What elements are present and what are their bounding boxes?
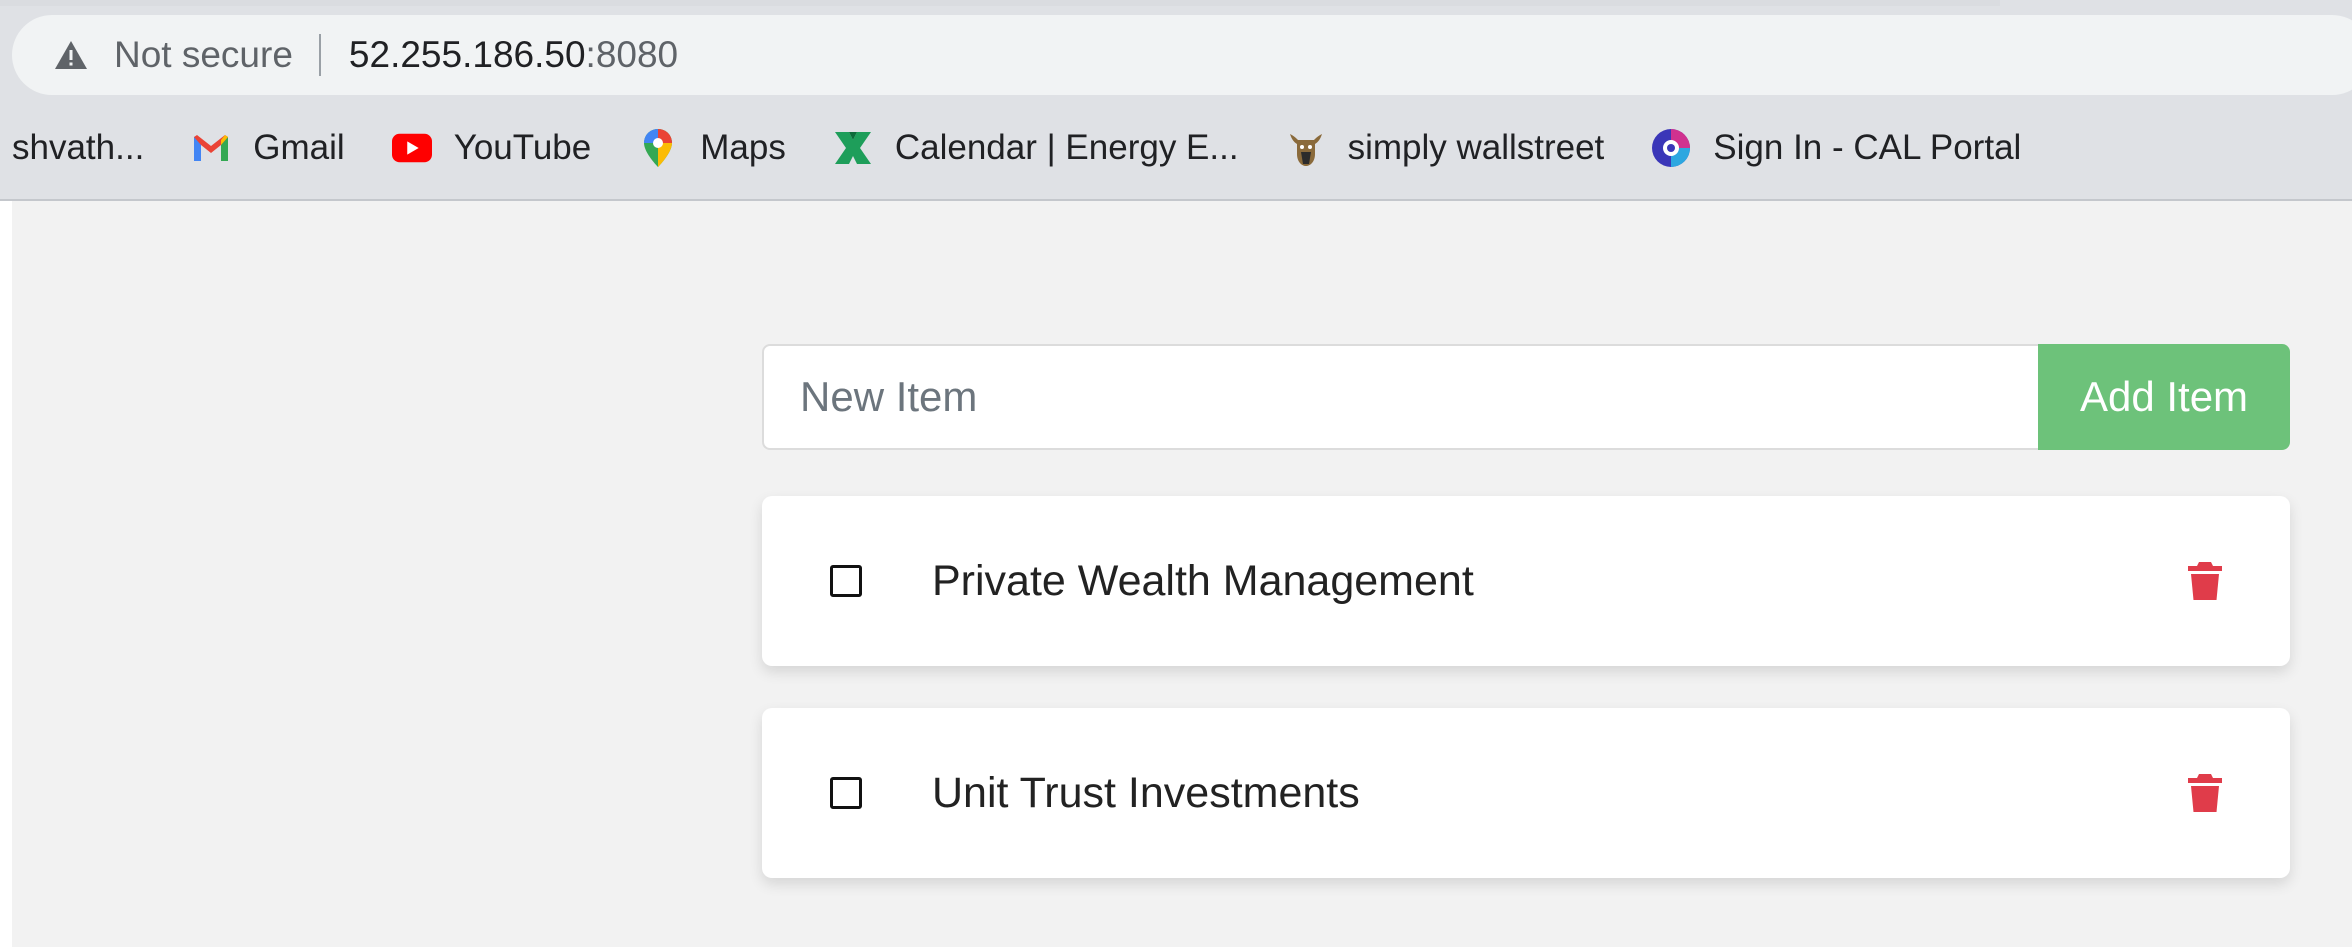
item-checkbox[interactable] [830, 777, 862, 809]
bookmark-youtube[interactable]: YouTube [391, 128, 592, 168]
bookmark-calendar[interactable]: Calendar | Energy E... [833, 128, 1239, 168]
warning-icon[interactable] [54, 38, 90, 72]
add-item-form: Add Item [762, 344, 2290, 450]
security-label[interactable]: Not secure [114, 34, 293, 76]
tab-strip-edge [0, 0, 2000, 6]
address-divider [318, 34, 321, 76]
item-label: Unit Trust Investments [932, 768, 1360, 817]
bookmark-shvath[interactable]: shvath... [12, 128, 144, 168]
trash-icon[interactable] [2186, 560, 2224, 602]
bookmark-label: Sign In - CAL Portal [1713, 128, 2022, 167]
browser-chrome: Not secure 52.255.186.50:8080 shvath... … [0, 0, 2352, 201]
calendar-icon [833, 128, 873, 168]
list-item: Unit Trust Investments [762, 708, 2290, 878]
item-label: Private Wealth Management [932, 556, 1474, 605]
bookmark-label: Maps [700, 128, 786, 167]
bookmark-gmail[interactable]: Gmail [191, 128, 345, 168]
page-left-edge [0, 201, 12, 947]
bookmark-label: YouTube [453, 128, 592, 167]
bookmarks-bar: shvath... Gmail YouTube Maps Calendar | … [0, 110, 2352, 186]
bookmark-cal-portal[interactable]: Sign In - CAL Portal [1651, 128, 2021, 168]
bookmark-label: shvath... [12, 128, 145, 167]
youtube-icon [391, 128, 432, 168]
url-port: :8080 [585, 34, 679, 75]
bookmark-label: simply wallstreet [1347, 128, 1605, 167]
portal-icon [1651, 128, 1691, 168]
url-text[interactable]: 52.255.186.50:8080 [349, 34, 678, 76]
gmail-icon [191, 128, 231, 168]
address-bar[interactable]: Not secure 52.255.186.50:8080 [12, 15, 2352, 95]
maps-icon [638, 128, 678, 168]
new-item-input[interactable] [762, 344, 2038, 450]
url-host: 52.255.186.50 [348, 34, 586, 75]
list-item: Private Wealth Management [762, 496, 2290, 666]
bookmark-label: Calendar | Energy E... [894, 128, 1239, 167]
bookmark-simply-wallstreet[interactable]: simply wallstreet [1286, 128, 1605, 168]
bookmark-maps[interactable]: Maps [638, 128, 786, 168]
bull-icon [1286, 128, 1326, 168]
trash-icon[interactable] [2186, 772, 2224, 814]
bookmark-label: Gmail [253, 128, 345, 167]
item-checkbox[interactable] [830, 565, 862, 597]
add-item-button[interactable]: Add Item [2038, 344, 2290, 450]
